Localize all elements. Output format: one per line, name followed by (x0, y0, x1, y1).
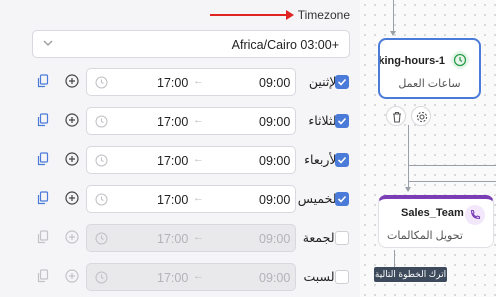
day-checkbox[interactable] (335, 153, 349, 167)
time-range-input: 17:00 ← 09:00 (86, 263, 296, 291)
timezone-select[interactable]: Africa/Cairo 03:00+ (32, 30, 350, 58)
start-time: 09:00 (259, 154, 291, 168)
end-time: 17:00 (157, 154, 189, 168)
settings-node-button[interactable] (411, 106, 431, 126)
arrow-left-icon: ← (193, 114, 204, 126)
clock-icon (451, 51, 469, 69)
end-time: 17:00 (157, 271, 189, 285)
arrow-left-icon: ← (193, 231, 204, 243)
day-checkbox[interactable] (335, 192, 349, 206)
arrow-left-icon: ← (193, 75, 204, 87)
plus-circle-icon[interactable] (65, 230, 79, 244)
time-range-input[interactable]: 17:00 ← 09:00 (86, 68, 296, 96)
plus-circle-icon[interactable] (65, 269, 79, 283)
plus-circle-icon[interactable] (65, 152, 79, 166)
day-checkbox[interactable] (335, 231, 349, 245)
day-label: الخميس (297, 192, 340, 206)
plus-circle-icon[interactable] (65, 74, 79, 88)
node-title: king-hours-1 (378, 55, 445, 67)
connector-line (393, 0, 394, 34)
delete-node-button[interactable] (386, 106, 406, 126)
time-range-input[interactable]: 17:00 ← 09:00 (86, 107, 296, 135)
connector-line (394, 250, 395, 268)
arrow-left-icon: ← (193, 270, 204, 282)
time-range-input[interactable]: 17:00 ← 09:00 (86, 185, 296, 213)
copy-icon[interactable] (37, 113, 49, 127)
copy-icon[interactable] (37, 269, 49, 283)
day-row: 17:00 ← 09:00 الأربعاء (0, 146, 360, 176)
day-label: الجمعة (302, 231, 338, 245)
day-label: السبت (303, 270, 338, 284)
node-subtitle: ساعات العمل (398, 78, 461, 90)
clock-icon (95, 193, 108, 206)
timezone-value: Africa/Cairo 03:00+ (231, 38, 339, 52)
day-checkbox[interactable] (335, 114, 349, 128)
end-time: 17:00 (157, 232, 189, 246)
sales-team-node[interactable]: Sales_Team تحويل المكالمات (378, 195, 494, 248)
day-row: 17:00 ← 09:00 الثلاثاء (0, 107, 360, 137)
clock-icon (95, 76, 108, 89)
arrow-left-icon: ← (193, 192, 204, 204)
day-row: 17:00 ← 09:00 السبت (0, 263, 360, 293)
copy-icon[interactable] (37, 191, 49, 205)
day-row: 17:00 ← 09:00 الإثنين (0, 68, 360, 98)
time-range-input[interactable]: 17:00 ← 09:00 (86, 146, 296, 174)
node-title: Sales_Team (401, 207, 464, 219)
end-time: 17:00 (157, 76, 189, 90)
plus-circle-icon[interactable] (65, 191, 79, 205)
connector-arrow (390, 31, 396, 36)
day-checkbox[interactable] (335, 75, 349, 89)
connector-line (408, 181, 496, 182)
working-hours-node[interactable]: king-hours-1 ساعات العمل (378, 38, 481, 99)
copy-icon[interactable] (37, 152, 49, 166)
clock-icon (95, 154, 108, 167)
end-time: 17:00 (157, 115, 189, 129)
phone-icon (465, 205, 485, 225)
annotation-arrow (210, 10, 294, 20)
timezone-label: Timezone (297, 8, 350, 22)
check-icon (337, 156, 347, 164)
clock-icon (95, 115, 108, 128)
arrow-left-icon: ← (193, 153, 204, 165)
check-icon (337, 195, 347, 203)
working-hours-panel: Timezone Africa/Cairo 03:00+ 17:00 ← 09:… (0, 0, 360, 297)
connector-line (408, 165, 496, 166)
start-time: 09:00 (259, 115, 291, 129)
start-time: 09:00 (259, 76, 291, 90)
next-step-tooltip: اترك الخطوة التالية (374, 267, 447, 282)
check-icon (337, 117, 347, 125)
start-time: 09:00 (259, 271, 291, 285)
timezone-header: Timezone (0, 0, 360, 30)
copy-icon[interactable] (37, 74, 49, 88)
gear-icon (416, 111, 428, 123)
end-time: 17:00 (157, 193, 189, 207)
clock-icon (95, 271, 108, 284)
day-row: 17:00 ← 09:00 الخميس (0, 185, 360, 215)
plus-circle-icon[interactable] (65, 113, 79, 127)
trash-icon (393, 111, 401, 123)
chevron-down-icon (43, 40, 53, 46)
clock-icon (95, 232, 108, 245)
time-range-input: 17:00 ← 09:00 (86, 224, 296, 252)
node-subtitle: تحويل المكالمات (387, 230, 463, 242)
day-checkbox[interactable] (335, 270, 349, 284)
day-row: 17:00 ← 09:00 الجمعة (0, 224, 360, 254)
connector-arrow (405, 187, 411, 192)
check-icon (337, 78, 347, 86)
start-time: 09:00 (259, 193, 291, 207)
copy-icon[interactable] (37, 230, 49, 244)
start-time: 09:00 (259, 232, 291, 246)
